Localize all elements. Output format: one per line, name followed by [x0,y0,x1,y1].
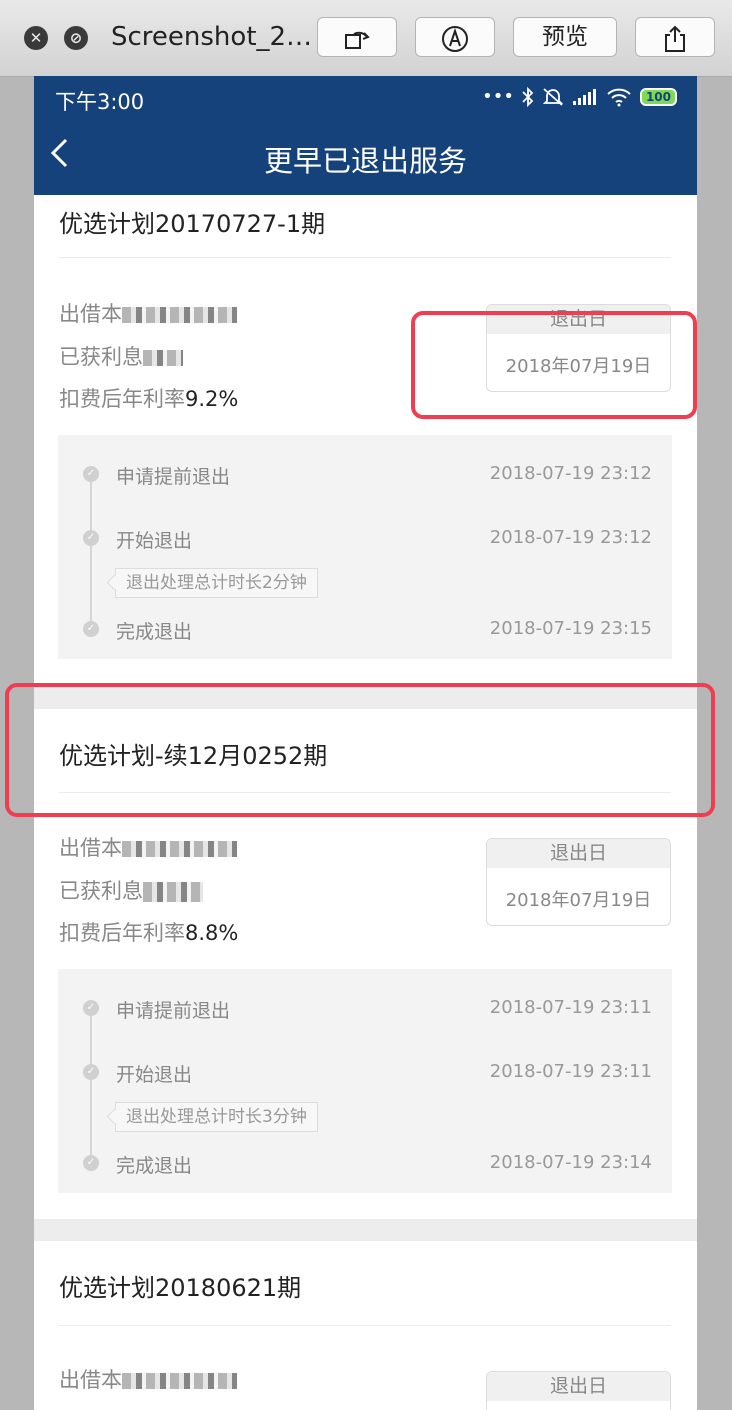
timeline-step-label: 申请提前退出 [116,1000,231,1022]
timeline-step-time: 2018-07-19 23:11 [489,997,652,1018]
principal-label: 出借本 [59,1368,122,1392]
bluetooth-icon [522,86,534,107]
timeline-step-time: 2018-07-19 23:15 [489,618,652,639]
plan-card[interactable]: 优选计划20180621期 出借本 退出日 [34,1241,697,1410]
close-icon[interactable]: ✕ [24,26,48,50]
rate-label: 扣费后年利率 [59,387,185,411]
app-header: 下午3:00 ••• 100 更早已退出服务 [34,76,697,195]
window-toolbar: ✕ ⊘ Screenshot_2… 预览 [0,0,732,77]
share-button[interactable] [635,17,715,57]
timeline-step-time: 2018-07-19 23:12 [489,527,652,548]
battery-indicator: 100 [639,87,677,106]
exit-date-box: 退出日 [486,1371,671,1410]
rotate-button[interactable] [317,17,397,57]
markup-pen-icon [442,26,468,52]
check-icon: ✓ [83,621,99,637]
rate-value: 8.8% [185,921,239,945]
rate-label: 扣费后年利率 [59,921,185,945]
earned-value-blurred [143,882,203,902]
preview-button[interactable]: 预览 [513,17,617,57]
principal-row: 出借本 [59,298,237,328]
status-time: 下午3:00 [55,90,145,114]
plan-card[interactable]: 优选计划20170727-1期 出借本 已获利息 扣费后年利率9.2% 退出日 … [34,195,697,687]
check-icon: ✓ [83,466,99,482]
status-icons: ••• 100 [482,86,677,107]
exit-date-label: 退出日 [487,1372,670,1401]
more-dots-icon: ••• [482,86,514,107]
earned-label: 已获利息 [59,345,143,369]
timeline-step-time: 2018-07-19 23:14 [489,1152,652,1173]
check-icon: ✓ [83,1064,99,1080]
plan-title: 优选计划20180621期 [59,1274,302,1302]
divider [59,257,671,258]
plan-title: 优选计划20170727-1期 [59,210,326,238]
principal-label: 出借本 [59,302,122,326]
annotation-box-plan-title [5,683,715,817]
exit-timeline: ✓ 申请提前退出 2018-07-19 23:12 ✓ 开始退出 2018-07… [58,435,672,659]
divider [59,1325,671,1326]
check-icon: ✓ [83,1155,99,1171]
timeline-step-label: 完成退出 [116,621,193,643]
rate-row: 扣费后年利率9.2% [59,383,238,413]
principal-row: 出借本 [59,1364,237,1394]
duration-note: 退出处理总计时长2分钟 [115,568,318,598]
principal-value-blurred [122,1373,237,1389]
exit-timeline: ✓ 申请提前退出 2018-07-19 23:11 ✓ 开始退出 2018-07… [58,969,672,1193]
page-title: 更早已退出服务 [263,144,467,178]
timeline-line [90,475,92,627]
check-icon: ✓ [83,1000,99,1016]
annotation-box-exit-date [411,311,697,419]
mute-icon [542,87,564,106]
exit-date-value: 2018年07月19日 [505,890,652,911]
principal-row: 出借本 [59,832,237,862]
rate-row: 扣费后年利率8.8% [59,917,238,947]
principal-value-blurred [122,841,237,857]
timeline-step-label: 开始退出 [116,530,193,552]
exit-date-label: 退出日 [487,839,670,868]
timeline-step-label: 完成退出 [116,1155,193,1177]
principal-value-blurred [122,307,237,323]
duration-note: 退出处理总计时长3分钟 [115,1102,318,1132]
wifi-icon [607,88,631,106]
signal-icon [572,88,596,105]
check-icon: ✓ [83,530,99,546]
earned-label: 已获利息 [59,879,143,903]
earned-row: 已获利息 [59,875,203,905]
earned-row: 已获利息 [59,341,183,371]
timeline-line [90,1009,92,1161]
window-title: Screenshot_2… [111,22,313,52]
markup-button[interactable] [415,17,495,57]
timeline-step-label: 申请提前退出 [116,466,231,488]
exit-date-box: 退出日 2018年07月19日 [486,838,671,926]
earned-value-blurred [143,350,183,366]
rotate-icon [345,31,370,49]
principal-label: 出借本 [59,836,122,860]
rate-value: 9.2% [185,387,239,411]
timeline-step-time: 2018-07-19 23:11 [489,1061,652,1082]
timeline-step-time: 2018-07-19 23:12 [489,463,652,484]
stop-icon[interactable]: ⊘ [64,26,88,50]
timeline-step-label: 开始退出 [116,1064,193,1086]
share-icon [665,25,685,52]
